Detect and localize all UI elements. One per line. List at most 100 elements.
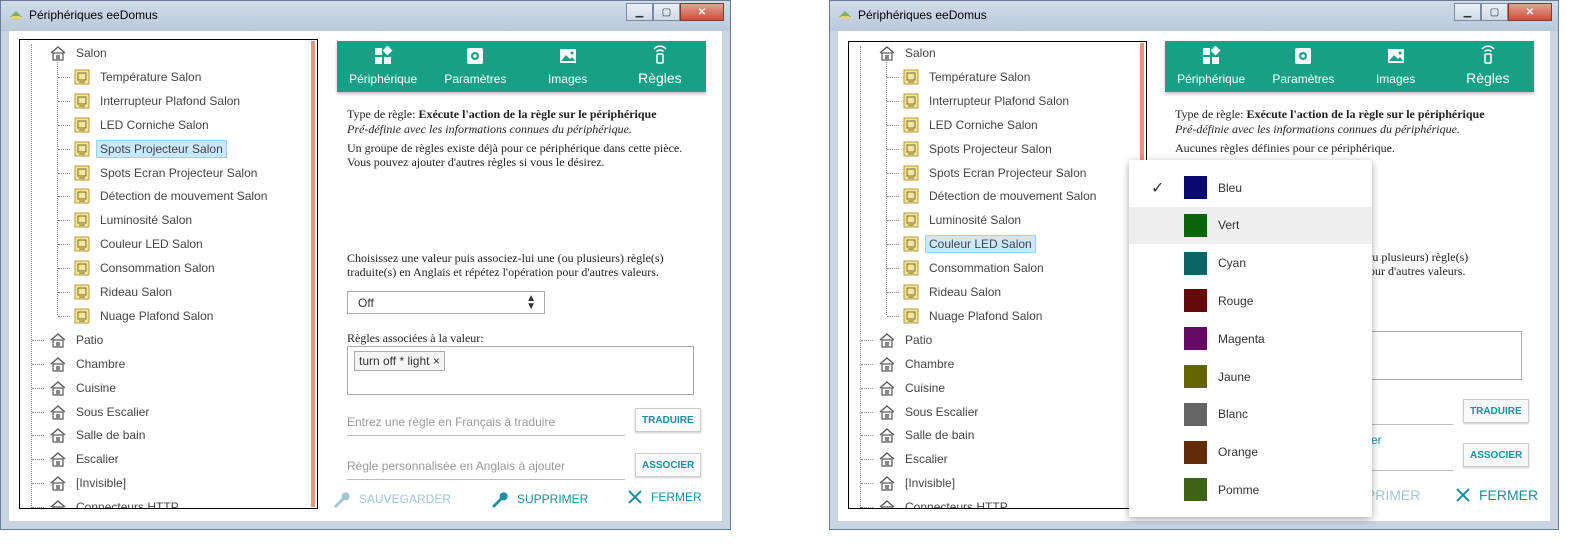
- tree-room[interactable]: Patio: [50, 329, 107, 351]
- tree-device[interactable]: Nuage Plafond Salon: [74, 305, 217, 327]
- delete-button[interactable]: SUPPRIMER: [489, 489, 588, 509]
- tree-device[interactable]: Rideau Salon: [903, 281, 1005, 303]
- tree-room[interactable]: Escalier: [50, 448, 123, 470]
- tree-device[interactable]: Spots Projecteur Salon: [74, 138, 227, 160]
- minimize-button[interactable]: ▁: [1454, 3, 1481, 21]
- tab[interactable]: Périphérique: [337, 41, 429, 92]
- tab[interactable]: Images: [1350, 41, 1442, 92]
- tree-device[interactable]: Détection de mouvement Salon: [903, 185, 1100, 207]
- tree-device[interactable]: LED Corniche Salon: [74, 114, 213, 136]
- save-button[interactable]: SAUVEGARDER: [331, 489, 451, 509]
- color-option[interactable]: Magenta: [1129, 320, 1372, 357]
- color-option[interactable]: Blanc: [1129, 396, 1372, 433]
- tab[interactable]: Paramètres: [1257, 41, 1349, 92]
- tree-room[interactable]: Cuisine: [50, 377, 120, 399]
- color-option[interactable]: Vert: [1129, 206, 1372, 244]
- tree-connector: [32, 411, 44, 413]
- color-option[interactable]: Orange: [1129, 434, 1372, 471]
- tree-room[interactable]: Chambre: [879, 353, 958, 375]
- device-icon: [903, 69, 919, 85]
- associated-rules-box[interactable]: turn off * light ×: [347, 346, 694, 395]
- device-icon: [903, 93, 919, 109]
- device-tree[interactable]: Salon Température Salon Interrupteur Plafo…: [19, 39, 318, 509]
- maximize-button[interactable]: ▢: [653, 3, 680, 21]
- tree-room[interactable]: Escalier: [879, 448, 952, 470]
- tree-room[interactable]: Sous Escalier: [879, 401, 982, 423]
- tree-connector: [887, 315, 899, 317]
- tree-room[interactable]: Patio: [879, 329, 936, 351]
- tree-device[interactable]: Spots Projecteur Salon: [903, 138, 1056, 160]
- tree-connector: [861, 339, 873, 341]
- tree-device[interactable]: Rideau Salon: [74, 281, 176, 303]
- associated-rules-box[interactable]: [1361, 331, 1522, 380]
- translate-button[interactable]: TRADUIRE: [1463, 399, 1529, 423]
- translate-input[interactable]: Entrez une règle en Français à traduire: [347, 415, 625, 436]
- choose-line: traduite(s) en Anglais et répétez l'opér…: [347, 265, 659, 279]
- tree-device[interactable]: Consommation Salon: [74, 257, 219, 279]
- tree-device[interactable]: Consommation Salon: [903, 257, 1048, 279]
- close-window-button[interactable]: ✕: [680, 3, 724, 21]
- tree-room[interactable]: Salle de bain: [879, 424, 978, 446]
- window-client: Salon Température Salon Interrupteur Plafo…: [9, 31, 722, 521]
- tree-connector: [861, 387, 873, 389]
- remove-tag-icon[interactable]: ×: [433, 354, 440, 368]
- tree-device[interactable]: Spots Ecran Projecteur Salon: [74, 162, 261, 184]
- tree-room[interactable]: Cuisine: [879, 377, 949, 399]
- tree-device[interactable]: Interrupteur Plafond Salon: [74, 90, 244, 112]
- device-icon: [903, 117, 919, 133]
- tab[interactable]: Règles: [1442, 41, 1534, 92]
- tree-room[interactable]: [Invisible]: [879, 472, 959, 494]
- tree-device[interactable]: Luminosité Salon: [74, 209, 196, 231]
- tab[interactable]: Règles: [614, 41, 706, 92]
- tab[interactable]: Paramètres: [429, 41, 521, 92]
- color-option[interactable]: Rouge: [1129, 282, 1372, 319]
- color-option[interactable]: ✓ Bleu: [1129, 169, 1372, 206]
- tree-device[interactable]: Interrupteur Plafond Salon: [903, 90, 1073, 112]
- room-icon: [879, 452, 895, 467]
- tree-room[interactable]: Salle de bain: [50, 424, 149, 446]
- tree-device[interactable]: Température Salon: [74, 66, 205, 88]
- value-select[interactable]: Off ▲ ▼: [347, 291, 545, 314]
- custom-rule-input[interactable]: Règle personnalisée en Anglais à ajouter: [347, 459, 625, 480]
- tree-connector: [861, 411, 873, 413]
- splitter[interactable]: [311, 41, 315, 507]
- tree-room[interactable]: Chambre: [50, 353, 129, 375]
- tree-device[interactable]: Spots Ecran Projecteur Salon: [903, 162, 1090, 184]
- tree-room[interactable]: Sous Escalier: [50, 401, 153, 423]
- tree-device[interactable]: Température Salon: [903, 66, 1034, 88]
- tree-room[interactable]: [Invisible]: [50, 472, 130, 494]
- tree-room-salon[interactable]: Salon: [879, 42, 940, 64]
- associate-button[interactable]: ASSOCIER: [635, 453, 702, 477]
- color-swatch: [1184, 478, 1207, 502]
- tree-device[interactable]: Couleur LED Salon: [903, 233, 1036, 255]
- tree-device[interactable]: Détection de mouvement Salon: [74, 185, 271, 207]
- tree-room-salon[interactable]: Salon: [50, 42, 111, 64]
- color-option[interactable]: Pomme: [1129, 471, 1372, 508]
- room-icon: [50, 452, 66, 467]
- close-window-button[interactable]: ✕: [1508, 3, 1552, 21]
- tree-room[interactable]: Connecteurs HTTP: [50, 496, 183, 508]
- room-icon: [879, 46, 895, 61]
- tab[interactable]: Périphérique: [1165, 41, 1257, 92]
- tree-device[interactable]: Luminosité Salon: [903, 209, 1025, 231]
- close-button[interactable]: FERMER: [1455, 487, 1538, 503]
- close-button[interactable]: FERMER: [627, 489, 702, 505]
- color-swatch: [1184, 251, 1207, 275]
- tree-device[interactable]: LED Corniche Salon: [903, 114, 1042, 136]
- color-option[interactable]: Cyan: [1129, 245, 1372, 282]
- field-underline: [1361, 470, 1453, 471]
- tree-connector: [861, 459, 873, 461]
- tree-label: Salon: [905, 46, 936, 60]
- tree-room[interactable]: Connecteurs HTTP: [879, 496, 1012, 508]
- translate-button[interactable]: TRADUIRE: [635, 408, 701, 432]
- tree-device[interactable]: Couleur LED Salon: [74, 233, 207, 255]
- tree-device[interactable]: Nuage Plafond Salon: [903, 305, 1046, 327]
- tree-connector: [58, 196, 70, 198]
- associate-button[interactable]: ASSOCIER: [1463, 443, 1530, 467]
- minimize-button[interactable]: ▁: [626, 3, 653, 21]
- tab[interactable]: Images: [522, 41, 614, 92]
- color-option[interactable]: Jaune: [1129, 358, 1372, 395]
- maximize-button[interactable]: ▢: [1481, 3, 1508, 21]
- device-tree[interactable]: Salon Température Salon Interrupteur Plafo…: [848, 41, 1147, 509]
- tree-label: Rideau Salon: [100, 285, 173, 299]
